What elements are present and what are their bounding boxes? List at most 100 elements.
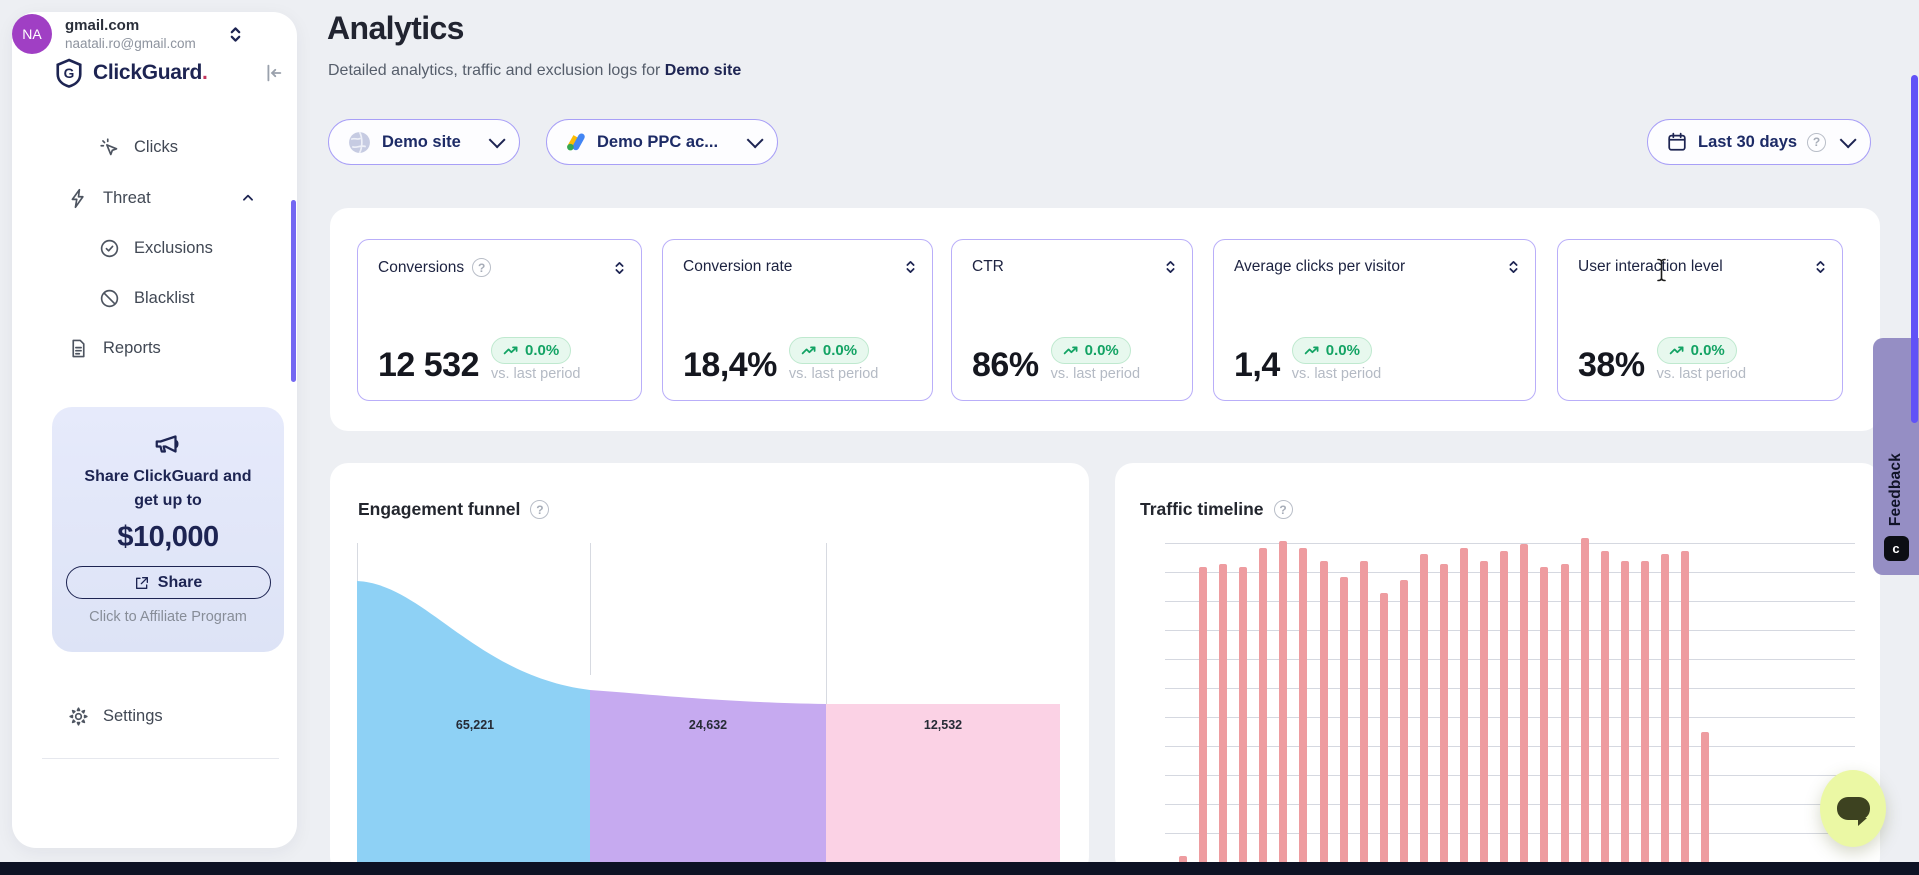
account-email: naatali.ro@gmail.com xyxy=(65,36,196,51)
avatar: NA xyxy=(12,14,52,54)
funnel-stage-value: 12,532 xyxy=(924,718,962,732)
sidebar: G ClickGuard. Clicks Threat Exclusions B… xyxy=(12,12,297,848)
timeline-bar xyxy=(1199,567,1207,875)
date-range-selector[interactable]: Last 30 days ? xyxy=(1647,119,1871,165)
sort-icon[interactable] xyxy=(614,260,625,276)
sidebar-item-blacklist[interactable]: Blacklist xyxy=(12,280,297,316)
kpi-card-interaction-level[interactable]: User interaction level 38% 0.0% vs. last… xyxy=(1557,239,1843,401)
kpi-panel: Conversions ? 12 532 0.0% vs. last perio… xyxy=(330,208,1880,431)
calendar-icon xyxy=(1666,131,1688,153)
funnel-chart xyxy=(330,463,1089,875)
share-button[interactable]: Share xyxy=(66,566,271,599)
timeline-bar xyxy=(1621,561,1629,875)
timeline-gridline xyxy=(1165,833,1855,834)
chevron-down-icon xyxy=(489,131,506,148)
kpi-label: User interaction level xyxy=(1578,258,1723,276)
timeline-bar xyxy=(1400,580,1408,875)
page-subtitle: Detailed analytics, traffic and exclusio… xyxy=(328,62,741,80)
delta-badge: 0.0% xyxy=(1657,337,1737,364)
timeline-bar xyxy=(1320,561,1328,875)
site-selector[interactable]: Demo site xyxy=(328,119,520,165)
sidebar-item-exclusions[interactable]: Exclusions xyxy=(12,230,297,266)
trending-up-icon xyxy=(1063,345,1079,357)
timeline-bar xyxy=(1440,564,1448,875)
brand-dot: . xyxy=(202,61,208,84)
timeline-bar xyxy=(1279,541,1287,875)
ppc-account-value: Demo PPC ac... xyxy=(597,133,718,152)
ban-icon xyxy=(99,288,120,309)
kpi-compare-label: vs. last period xyxy=(1657,366,1746,382)
badge-check-icon xyxy=(99,238,120,259)
kpi-value: 86% xyxy=(972,348,1039,382)
promo-text-line1: Share ClickGuard and xyxy=(52,465,284,489)
trending-up-icon xyxy=(1669,345,1685,357)
trending-up-icon xyxy=(503,345,519,357)
affiliate-caption: Click to Affiliate Program xyxy=(52,609,284,625)
sort-icon[interactable] xyxy=(1165,259,1176,275)
site-selector-value: Demo site xyxy=(382,133,461,152)
kpi-compare-label: vs. last period xyxy=(1051,366,1140,382)
delta-badge: 0.0% xyxy=(1292,337,1372,364)
account-switcher[interactable]: NA gmail.com naatali.ro@gmail.com xyxy=(12,12,242,56)
scrollbar-thumb[interactable] xyxy=(1911,75,1918,423)
brand-logo[interactable]: G ClickGuard. xyxy=(54,58,208,88)
kpi-card-avg-clicks[interactable]: Average clicks per visitor 1,4 0.0% vs. … xyxy=(1213,239,1536,401)
help-icon[interactable]: ? xyxy=(472,258,491,277)
timeline-bar xyxy=(1601,551,1609,875)
kpi-label: CTR xyxy=(972,258,1004,276)
chevron-down-icon xyxy=(1840,131,1857,148)
sort-icon[interactable] xyxy=(1815,259,1826,275)
page-title: Analytics xyxy=(327,10,464,47)
trending-up-icon xyxy=(1304,345,1320,357)
active-section-indicator xyxy=(291,200,296,382)
ppc-account-selector[interactable]: Demo PPC ac... xyxy=(546,119,778,165)
affiliate-promo-card[interactable]: Share ClickGuard and get up to $10,000 S… xyxy=(52,407,284,652)
sidebar-item-label: Clicks xyxy=(134,138,178,157)
lightning-icon xyxy=(68,188,89,209)
brand-name: ClickGuard xyxy=(93,61,202,84)
promo-text-line2: get up to xyxy=(52,489,284,513)
kpi-card-conversions[interactable]: Conversions ? 12 532 0.0% vs. last perio… xyxy=(357,239,642,401)
timeline-bar xyxy=(1561,564,1569,875)
share-button-label: Share xyxy=(158,574,202,592)
kpi-value: 12 532 xyxy=(378,348,479,382)
chevron-up-icon[interactable] xyxy=(241,191,255,205)
timeline-plot xyxy=(1115,463,1880,875)
timeline-gridline xyxy=(1165,659,1855,660)
google-ads-icon xyxy=(565,131,587,153)
help-icon[interactable]: ? xyxy=(1807,133,1826,152)
sidebar-item-label: Reports xyxy=(103,339,161,358)
timeline-bar xyxy=(1500,551,1508,875)
sidebar-item-clicks[interactable]: Clicks xyxy=(12,129,297,165)
sort-icon[interactable] xyxy=(1508,259,1519,275)
promo-amount: $10,000 xyxy=(52,521,284,554)
kpi-card-conversion-rate[interactable]: Conversion rate 18,4% 0.0% vs. last peri… xyxy=(662,239,933,401)
timeline-bar xyxy=(1360,561,1368,875)
cursor-click-icon xyxy=(99,137,120,158)
timeline-bar xyxy=(1520,544,1528,875)
svg-text:G: G xyxy=(64,66,75,81)
sidebar-item-label: Threat xyxy=(103,189,151,208)
timeline-gridline xyxy=(1165,572,1855,573)
kpi-label: Conversions xyxy=(378,259,464,277)
kpi-compare-label: vs. last period xyxy=(789,366,878,382)
funnel-stage-value: 65,221 xyxy=(456,718,494,732)
kpi-card-ctr[interactable]: CTR 86% 0.0% vs. last period xyxy=(951,239,1193,401)
globe-icon xyxy=(347,130,372,155)
timeline-gridline xyxy=(1165,601,1855,602)
sidebar-item-settings[interactable]: Settings xyxy=(12,698,297,734)
timeline-bar xyxy=(1701,732,1709,875)
sidebar-item-label: Blacklist xyxy=(134,289,195,308)
timeline-gridline xyxy=(1165,688,1855,689)
chat-widget-button[interactable] xyxy=(1820,770,1886,847)
sidebar-collapse-icon[interactable] xyxy=(262,62,286,86)
timeline-bar xyxy=(1641,561,1649,875)
timeline-bar xyxy=(1299,548,1307,875)
kpi-value: 1,4 xyxy=(1234,348,1280,382)
sort-icon[interactable] xyxy=(905,259,916,275)
sidebar-item-threat[interactable]: Threat xyxy=(12,180,297,216)
subtitle-site-name: Demo site xyxy=(665,62,741,79)
timeline-bar xyxy=(1460,548,1468,875)
sidebar-divider xyxy=(42,758,279,759)
sidebar-item-reports[interactable]: Reports xyxy=(12,330,297,366)
